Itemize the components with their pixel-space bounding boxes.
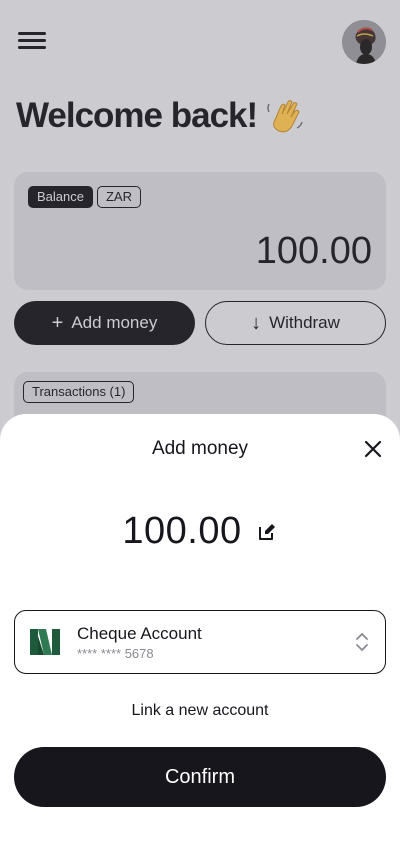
amount-row: 100.00 xyxy=(0,510,400,553)
add-money-sheet: Add money 100.00 Cheque Account **** ***… xyxy=(0,414,400,864)
amount-value: 100.00 xyxy=(122,510,242,552)
nedbank-logo-icon xyxy=(30,629,60,655)
sheet-title: Add money xyxy=(151,438,249,459)
link-new-account-link[interactable]: Link a new account xyxy=(0,702,400,720)
account-name: Cheque Account xyxy=(77,623,202,643)
account-number: **** **** 5678 xyxy=(77,645,154,661)
account-selector[interactable]: Cheque Account **** **** 5678 xyxy=(14,610,386,674)
account-info: Cheque Account **** **** 5678 xyxy=(77,624,202,661)
chevron-up-down-icon xyxy=(356,632,368,652)
close-icon[interactable] xyxy=(362,438,384,460)
edit-icon[interactable] xyxy=(256,521,278,543)
confirm-button[interactable]: Confirm xyxy=(14,747,386,807)
